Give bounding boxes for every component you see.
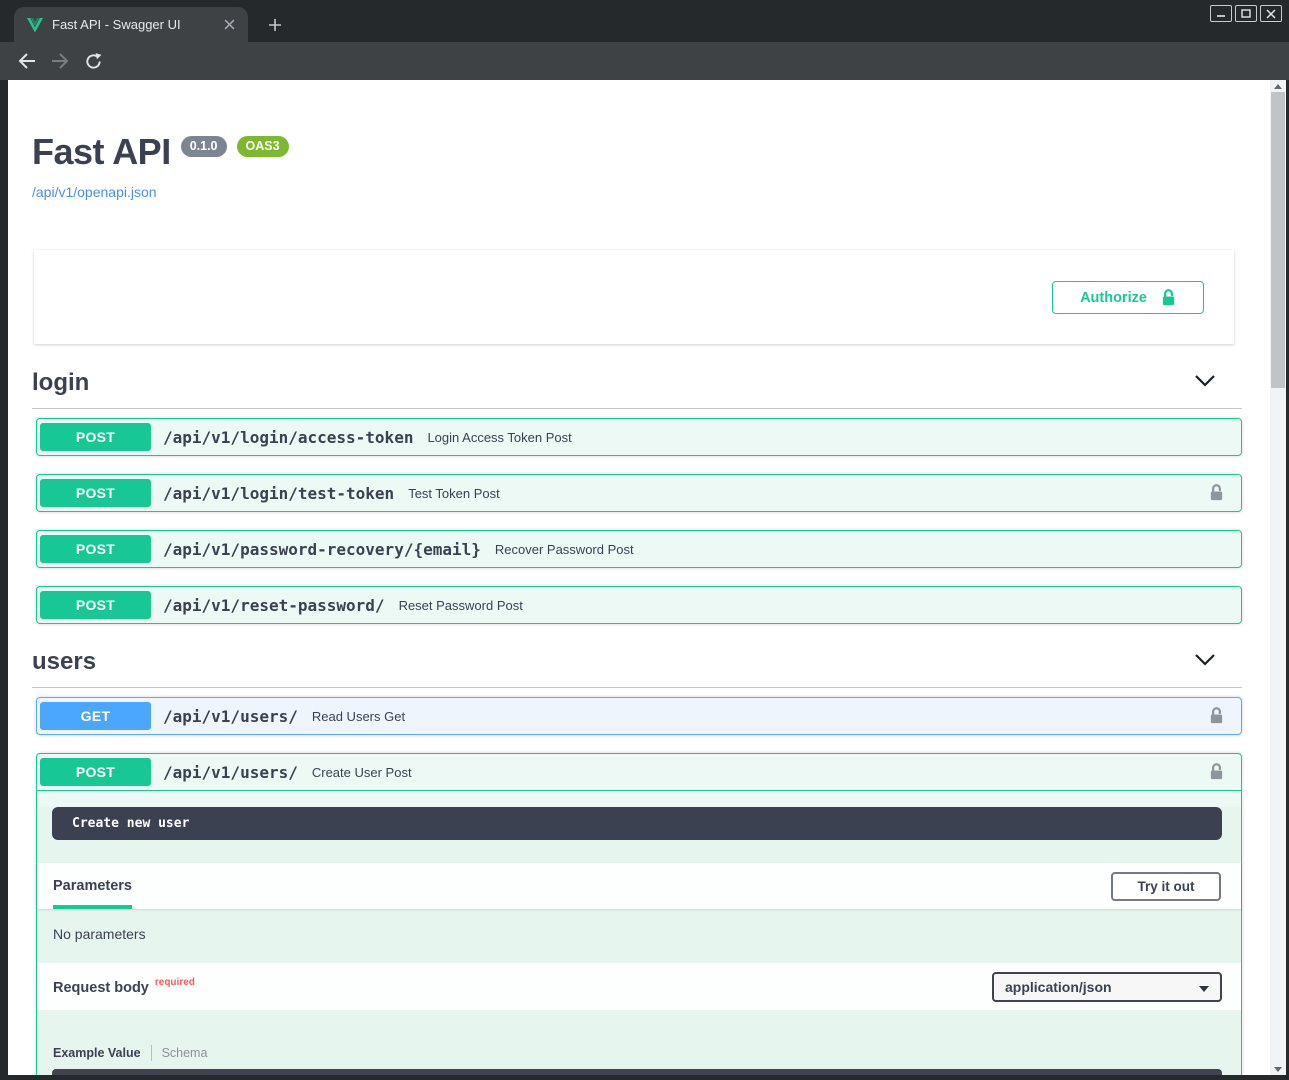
back-icon[interactable] xyxy=(12,42,42,80)
method-badge: POST xyxy=(40,758,151,786)
tab-close-icon[interactable] xyxy=(220,16,238,34)
page-title: Fast API xyxy=(32,131,171,172)
opblock-create-user-summary[interactable]: POST /api/v1/users/ Create User Post xyxy=(37,754,1241,791)
unlocked-padlock-icon xyxy=(1161,289,1176,307)
chevron-down-icon[interactable] xyxy=(1194,653,1216,671)
reload-icon[interactable] xyxy=(78,42,108,80)
endpoint-path: /api/v1/password-recovery/{email} xyxy=(163,540,481,559)
endpoint-summary: Reset Password Post xyxy=(399,598,523,613)
endpoint-summary: Create User Post xyxy=(312,765,412,780)
example-value-tab[interactable]: Example Value xyxy=(53,1046,141,1060)
scrollbar-thumb[interactable] xyxy=(1271,92,1285,388)
tab-title: Fast API - Swagger UI xyxy=(52,17,220,32)
opblock-login-test-token[interactable]: POST /api/v1/login/test-token Test Token… xyxy=(36,474,1242,512)
request-body-header: Request body required application/json xyxy=(37,963,1241,1010)
openapi-spec-link[interactable]: /api/v1/openapi.json xyxy=(32,184,157,200)
version-badge: 0.1.0 xyxy=(181,136,227,157)
content-type-select[interactable]: application/json xyxy=(992,972,1222,1002)
endpoint-summary: Recover Password Post xyxy=(495,542,634,557)
browser-toolbar: i localhost/docs xyxy=(0,42,1289,80)
tag-name: login xyxy=(32,369,89,397)
example-code-block[interactable]: { xyxy=(52,1069,1222,1075)
operation-body: Create new user Parameters Try it out No… xyxy=(37,807,1241,1075)
scroll-up-arrow[interactable] xyxy=(1270,80,1286,92)
browser-tab[interactable]: Fast API - Swagger UI xyxy=(14,7,248,42)
chevron-down-icon xyxy=(1199,986,1209,992)
method-badge: POST xyxy=(40,479,151,507)
scheme-container: Authorize xyxy=(34,250,1234,344)
method-badge: POST xyxy=(40,591,151,619)
api-info: Fast API 0.1.0 OAS3 /api/v1/openapi.json xyxy=(32,80,1242,200)
swagger-page: Fast API 0.1.0 OAS3 /api/v1/openapi.json A… xyxy=(8,80,1270,1075)
endpoint-path: /api/v1/login/access-token xyxy=(163,428,413,447)
schema-tab[interactable]: Schema xyxy=(162,1046,208,1060)
tag-section-users: users GET /api/v1/users/ Read Users Get xyxy=(32,648,1242,1075)
tag-name: users xyxy=(32,648,96,676)
oas3-badge: OAS3 xyxy=(237,136,289,157)
tag-header-users[interactable]: users xyxy=(32,648,1242,688)
endpoint-path: /api/v1/login/test-token xyxy=(163,484,394,503)
opblock-create-user: POST /api/v1/users/ Create User Post Cre… xyxy=(36,753,1242,1075)
tag-section-login: login POST /api/v1/login/access-token Lo… xyxy=(32,369,1242,624)
maximize-button[interactable] xyxy=(1235,5,1257,22)
content-type-value: application/json xyxy=(1005,979,1112,995)
try-it-out-button[interactable]: Try it out xyxy=(1111,872,1221,901)
method-badge: GET xyxy=(40,702,151,730)
endpoint-summary: Login Access Token Post xyxy=(427,430,571,445)
no-parameters-text: No parameters xyxy=(37,909,1241,963)
auth-lock-icon[interactable] xyxy=(1209,707,1224,725)
chevron-down-icon[interactable] xyxy=(1194,374,1216,392)
browser-window: Fast API - Swagger UI xyxy=(0,0,1289,1080)
required-flag: required xyxy=(155,977,195,988)
endpoint-path: /api/v1/users/ xyxy=(163,707,298,726)
endpoint-summary: Read Users Get xyxy=(312,709,405,724)
opblock-login-access-token[interactable]: POST /api/v1/login/access-token Login Ac… xyxy=(36,418,1242,456)
opblock-reset-password[interactable]: POST /api/v1/reset-password/ Reset Passw… xyxy=(36,586,1242,624)
method-badge: POST xyxy=(40,423,151,451)
forward-icon[interactable] xyxy=(45,42,75,80)
scroll-down-arrow[interactable] xyxy=(1270,1063,1286,1075)
swagger-favicon-icon xyxy=(27,17,43,33)
endpoint-summary: Test Token Post xyxy=(408,486,500,501)
request-body-title: Request body xyxy=(53,980,149,996)
endpoint-path: /api/v1/reset-password/ xyxy=(163,596,385,615)
operation-description: Create new user xyxy=(52,807,1222,840)
authorize-label: Authorize xyxy=(1080,290,1147,306)
window-controls xyxy=(1210,5,1282,22)
opblock-password-recovery[interactable]: POST /api/v1/password-recovery/{email} R… xyxy=(36,530,1242,568)
model-example-tabs: Example Value Schema xyxy=(37,1010,1241,1069)
parameters-tab: Parameters xyxy=(53,863,132,909)
tag-header-login[interactable]: login xyxy=(32,369,1242,409)
minimize-button[interactable] xyxy=(1210,5,1232,22)
opblock-read-users[interactable]: GET /api/v1/users/ Read Users Get xyxy=(36,697,1242,735)
close-button[interactable] xyxy=(1260,5,1282,22)
tab-divider xyxy=(151,1045,152,1061)
auth-lock-icon[interactable] xyxy=(1209,763,1224,781)
tab-strip: Fast API - Swagger UI xyxy=(0,0,1289,42)
new-tab-button[interactable] xyxy=(262,12,288,38)
auth-lock-icon[interactable] xyxy=(1209,484,1224,502)
page-scrollbar[interactable] xyxy=(1270,80,1286,1075)
parameters-header: Parameters Try it out xyxy=(37,863,1241,909)
authorize-button[interactable]: Authorize xyxy=(1052,281,1204,314)
method-badge: POST xyxy=(40,535,151,563)
endpoint-path: /api/v1/users/ xyxy=(163,763,298,782)
